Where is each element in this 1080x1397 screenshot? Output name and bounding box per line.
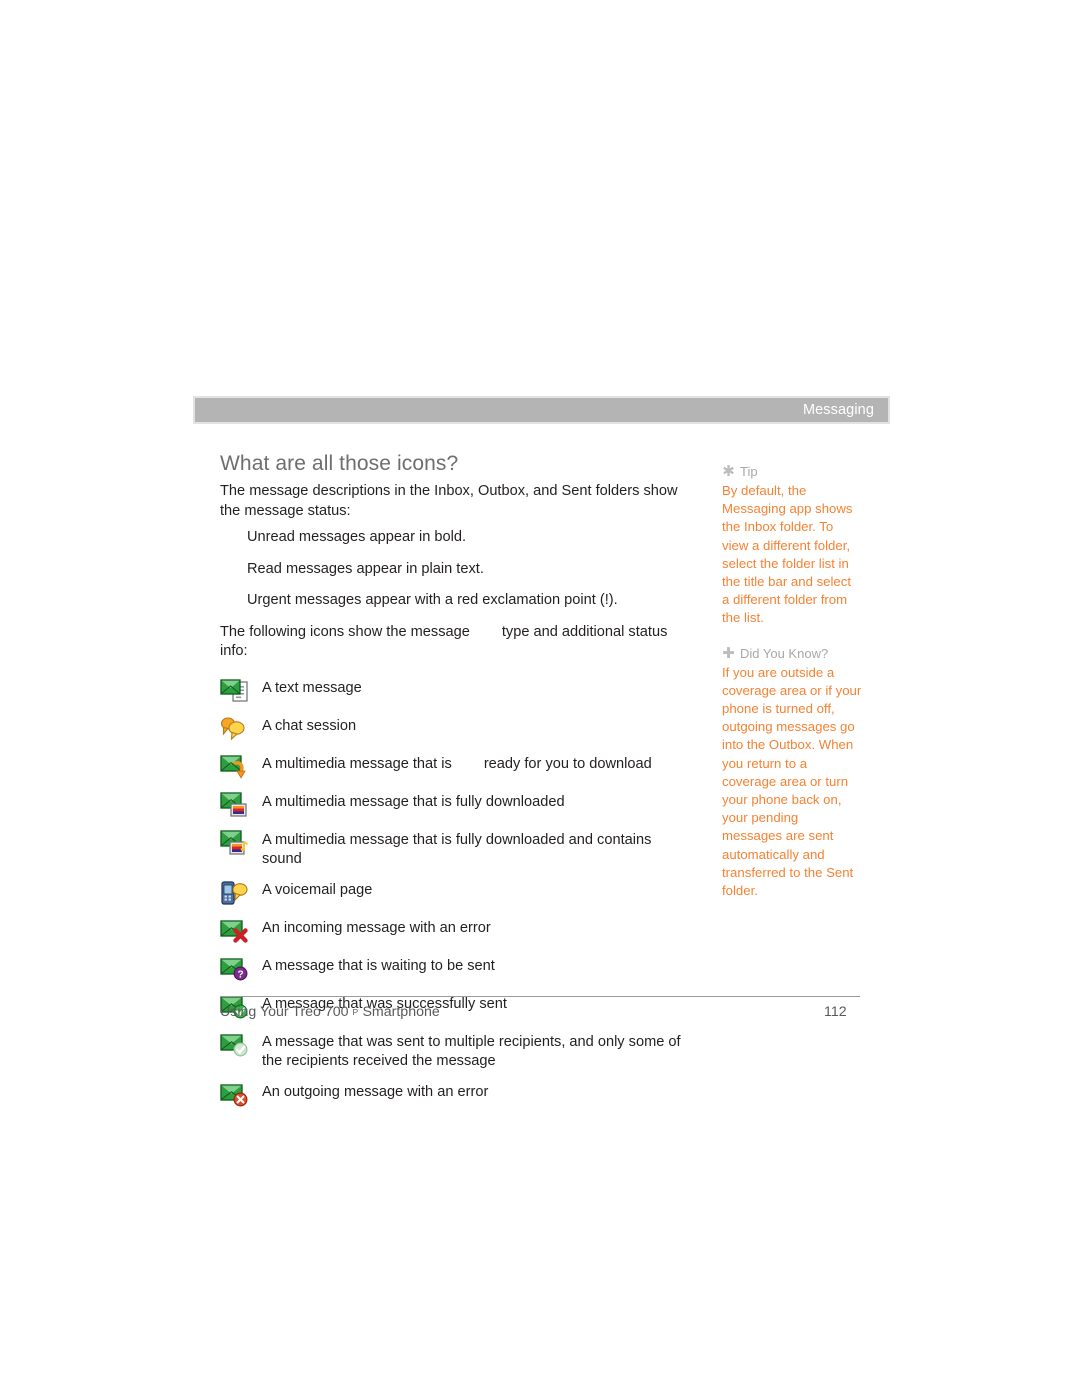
list-item: An outgoing message with an error — [220, 1080, 690, 1110]
sidebar-note-body: By default, the Messaging app shows the … — [722, 483, 853, 626]
footer-divider — [220, 996, 860, 997]
page-number: 112 — [824, 1004, 847, 1020]
list-item: A multimedia message that is fully downl… — [220, 828, 690, 870]
legend-description: An outgoing message with an error — [262, 1083, 489, 1100]
page-title: What are all those icons? — [220, 452, 459, 475]
list-item: A chat session — [220, 714, 690, 744]
footer-title: Using Your Treo 700 P Smartphone — [220, 1004, 440, 1020]
footer-title-before: Using Your Treo 700 — [220, 1004, 349, 1020]
sidebar-note-heading-row: ✱ Tip — [722, 464, 862, 479]
document-page: Messaging What are all those icons? The … — [0, 0, 1080, 1397]
status-list: Unread messages appear in bold. Read mes… — [220, 528, 690, 611]
chapter-label: Messaging — [802, 402, 874, 418]
plus-icon: ✚ — [722, 644, 735, 662]
list-item: A text message — [220, 676, 690, 706]
list-item: A message that was sent to multiple reci… — [220, 1030, 690, 1072]
sidebar-note-heading: Tip — [740, 464, 758, 479]
legend-description-before: A multimedia message that is — [262, 755, 452, 772]
list-item: Read messages appear in plain text. — [247, 560, 484, 577]
sent-partial-icon — [220, 1030, 262, 1059]
mms-downloaded-sound-icon — [220, 828, 262, 857]
list-item: A voicemail page — [220, 878, 690, 908]
icons-lead-paragraph: The following icons show the message type… — [220, 623, 690, 662]
list-item: Unread messages appear in bold. — [247, 529, 467, 545]
footer-title-superscript: P — [352, 1007, 359, 1017]
outgoing-error-icon — [220, 1080, 262, 1109]
list-item: An incoming message with an error — [220, 916, 690, 946]
list-item: Urgent messages appear with a red exclam… — [247, 592, 618, 608]
sidebar-note-did-you-know: ✚ Did You Know? If you are outside a cov… — [722, 646, 862, 901]
voicemail-page-icon — [220, 878, 262, 907]
legend-description: A multimedia message that is fully downl… — [262, 831, 652, 868]
legend-description: An incoming message with an error — [262, 919, 491, 936]
chat-session-icon — [220, 714, 262, 743]
sidebar-note-heading: Did You Know? — [740, 645, 829, 661]
list-item: A multimedia message that is fully downl… — [220, 790, 690, 820]
sidebar-notes: ✱ Tip By default, the Messaging app show… — [722, 464, 862, 918]
legend-description: A voicemail page — [262, 881, 373, 898]
icon-legend-list: A text message A chat session A multimed… — [220, 676, 690, 1110]
legend-description: A message that is waiting to be sent — [262, 957, 495, 974]
legend-description: A chat session — [262, 717, 357, 734]
sidebar-note-body: If you are outside a coverage area or if… — [722, 664, 862, 899]
legend-description: A text message — [262, 679, 362, 696]
incoming-error-icon — [220, 916, 262, 945]
intro-paragraph: The message descriptions in the Inbox, O… — [220, 483, 678, 519]
mms-ready-to-download-icon — [220, 752, 262, 781]
asterisk-icon: ✱ — [722, 463, 735, 480]
sidebar-note-tip: ✱ Tip By default, the Messaging app show… — [722, 464, 862, 628]
text-message-icon — [220, 676, 262, 705]
svg-text:?: ? — [237, 969, 243, 980]
list-item: ? A message that is waiting to be sent — [220, 954, 690, 984]
list-item: A multimedia message that is ready for yo… — [220, 752, 690, 782]
chapter-header-band: Messaging — [193, 396, 890, 424]
footer-title-after: Smartphone — [362, 1004, 440, 1020]
legend-description: A multimedia message that is ready for yo… — [262, 752, 652, 775]
sidebar-note-heading-row: ✚ Did You Know? — [722, 646, 862, 661]
mms-downloaded-icon — [220, 790, 262, 819]
legend-description: A multimedia message that is fully downl… — [262, 793, 565, 810]
legend-description: A message that was sent to multiple reci… — [262, 1033, 681, 1070]
legend-description-after: ready for you to download — [483, 755, 652, 772]
icons-lead-before: The following icons show the message — [220, 623, 470, 640]
waiting-to-send-icon: ? — [220, 954, 262, 983]
